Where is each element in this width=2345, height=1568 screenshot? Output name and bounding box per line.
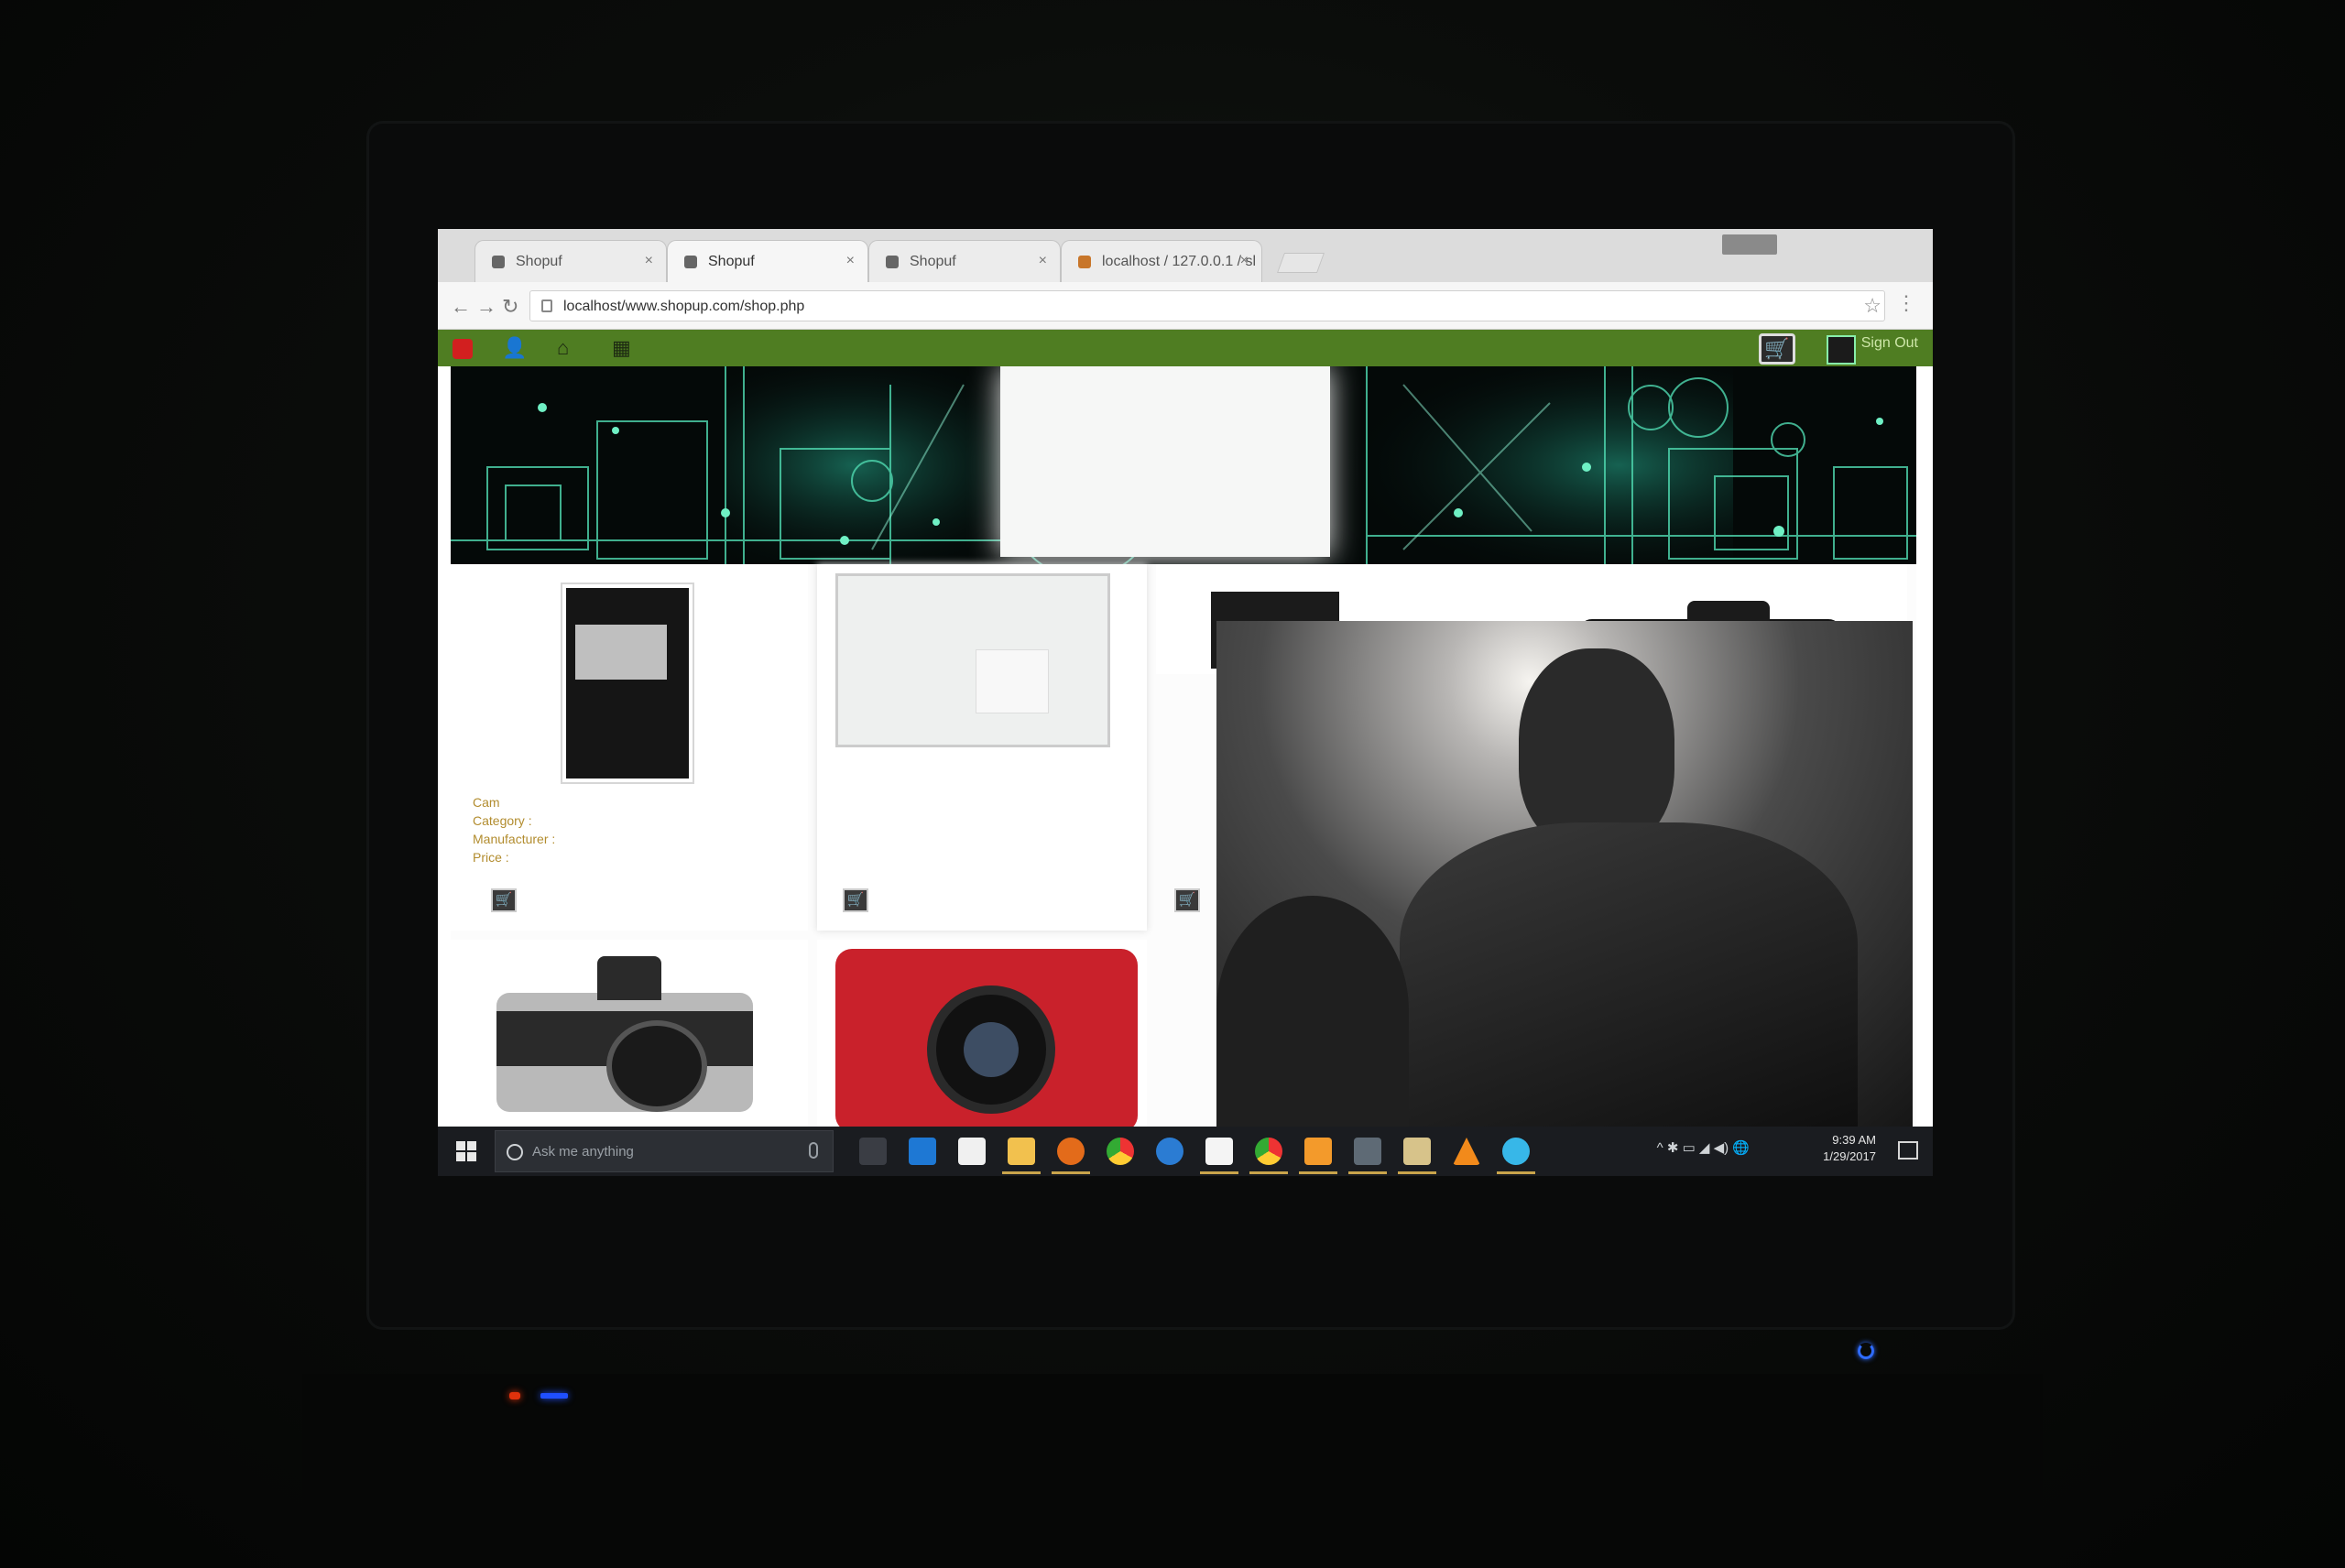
chrome-active-icon[interactable]	[1249, 1138, 1288, 1174]
forward-icon[interactable]: →	[476, 295, 496, 319]
person-silhouette-body	[1400, 822, 1858, 1127]
browser-tab-2[interactable]: Shopuf ×	[667, 240, 868, 282]
file-explorer-icon[interactable]	[1002, 1138, 1041, 1174]
notification-center-icon[interactable]	[1898, 1141, 1918, 1160]
windows-taskbar: Ask me anything ^ ✱ ▭ ◢ ◀) 🌐 9:39 AM 1/2…	[438, 1127, 1933, 1176]
browser-menu-icon[interactable]: ⋮	[1896, 291, 1916, 315]
product-photo-tough	[835, 949, 1138, 1132]
browser-tab-bar: Shopuf × Shopuf × Shopuf × localhost / 1…	[438, 229, 1933, 282]
sign-out-link[interactable]: Sign Out	[1826, 335, 1918, 365]
taskbar-clock[interactable]: 9:39 AM 1/29/2017	[1823, 1132, 1876, 1165]
windows-start-icon[interactable]	[456, 1141, 476, 1161]
notepad-icon[interactable]	[1398, 1138, 1436, 1174]
terminal-icon[interactable]	[1348, 1138, 1387, 1174]
favicon-icon	[886, 256, 899, 268]
product-category: Category :	[473, 813, 532, 828]
store-icon[interactable]	[958, 1138, 986, 1165]
vlc-icon[interactable]	[1453, 1138, 1480, 1165]
back-icon[interactable]: ←	[451, 295, 471, 319]
product-photo	[566, 588, 689, 779]
address-bar[interactable]: localhost/www.shopup.com/shop.php	[529, 290, 1885, 321]
microphone-icon[interactable]	[809, 1142, 818, 1159]
chrome-icon[interactable]	[1107, 1138, 1134, 1165]
window-controls[interactable]	[1722, 234, 1777, 255]
close-icon[interactable]: ×	[1240, 253, 1249, 269]
status-led-red	[509, 1392, 520, 1399]
cortana-icon	[507, 1144, 523, 1160]
favicon-icon	[684, 256, 697, 268]
search-placeholder: Ask me anything	[532, 1144, 634, 1160]
system-tray[interactable]: ^ ✱ ▭ ◢ ◀) 🌐	[1657, 1139, 1750, 1156]
products-icon[interactable]: ▦	[612, 336, 632, 359]
close-icon[interactable]: ×	[1039, 253, 1047, 269]
new-tab-button[interactable]	[1276, 253, 1325, 273]
tab-title: Shopuf	[910, 254, 956, 269]
clock-date: 1/29/2017	[1823, 1149, 1876, 1163]
xampp-icon[interactable]	[1299, 1138, 1337, 1174]
laptop-keyboard	[302, 1374, 2043, 1568]
product-meta: Cam Category : Manufacturer : Price :	[473, 793, 555, 866]
internet-explorer-icon[interactable]	[1156, 1138, 1183, 1165]
user-icon[interactable]: 👤	[502, 336, 527, 359]
bookmark-star-icon[interactable]: ☆	[1863, 294, 1881, 318]
task-view-icon[interactable]	[859, 1138, 887, 1165]
product-image[interactable]	[561, 583, 694, 784]
person-silhouette-head	[1519, 648, 1674, 850]
product-image[interactable]	[835, 573, 1110, 747]
close-icon[interactable]: ×	[645, 253, 653, 269]
url-text: localhost/www.shopup.com/shop.php	[563, 299, 805, 314]
tab-title: Shopuf	[708, 254, 755, 269]
page-info-icon[interactable]	[541, 299, 552, 312]
add-to-cart-button[interactable]: 🛒	[1174, 888, 1200, 912]
favicon-icon	[492, 256, 505, 268]
product-card-1[interactable]: Cam Category : Manufacturer : Price : 🛒	[451, 564, 808, 931]
skype-icon[interactable]	[1497, 1138, 1535, 1174]
product-card-2[interactable]: 🛒	[817, 564, 1147, 931]
browser-tab-3[interactable]: Shopuf ×	[868, 240, 1061, 282]
site-logo-icon[interactable]	[453, 339, 473, 359]
close-icon[interactable]: ×	[846, 253, 855, 269]
product-photo-mirrorless	[496, 956, 753, 1112]
laptop-screen: Shopuf × Shopuf × Shopuf × localhost / 1…	[438, 229, 1933, 1176]
status-led-blue	[540, 1393, 568, 1399]
tab-title: Shopuf	[516, 254, 562, 269]
browser-toolbar: ← → ↻ localhost/www.shopup.com/shop.php …	[438, 282, 1933, 330]
favicon-icon	[1078, 256, 1091, 268]
reload-icon[interactable]: ↻	[502, 295, 518, 319]
photo-highlight	[575, 625, 667, 680]
product-price: Price :	[473, 850, 509, 865]
drum-silhouette	[1216, 896, 1409, 1127]
edge-icon[interactable]	[909, 1138, 936, 1165]
browser-tab-4[interactable]: localhost / 127.0.0.1 / sl ×	[1061, 240, 1262, 282]
tab-title: localhost / 127.0.0.1 / sl	[1102, 254, 1257, 269]
home-icon[interactable]: ⌂	[557, 336, 577, 359]
site-logo-placeholder[interactable]	[1000, 366, 1330, 557]
video-preview[interactable]	[1216, 621, 1913, 1127]
firefox-icon[interactable]	[1052, 1138, 1090, 1174]
add-to-cart-button[interactable]: 🛒	[843, 888, 868, 912]
document-icon[interactable]	[1200, 1138, 1238, 1174]
product-photo	[976, 649, 1049, 713]
cart-icon[interactable]: 🛒	[1759, 333, 1795, 365]
product-name: Cam	[473, 795, 500, 810]
product-card-5[interactable]	[817, 940, 1147, 1132]
product-card-4[interactable]	[451, 940, 808, 1132]
product-manufacturer: Manufacturer :	[473, 832, 556, 846]
clock-time: 9:39 AM	[1832, 1133, 1876, 1147]
power-icon[interactable]	[1858, 1343, 1874, 1359]
site-navbar: 👤 ⌂ ▦ 🛒 Sign Out	[438, 330, 1933, 366]
add-to-cart-button[interactable]: 🛒	[491, 888, 517, 912]
cortana-search-box[interactable]: Ask me anything	[495, 1130, 834, 1172]
browser-tab-1[interactable]: Shopuf ×	[474, 240, 667, 282]
hero-banner	[451, 366, 1916, 564]
